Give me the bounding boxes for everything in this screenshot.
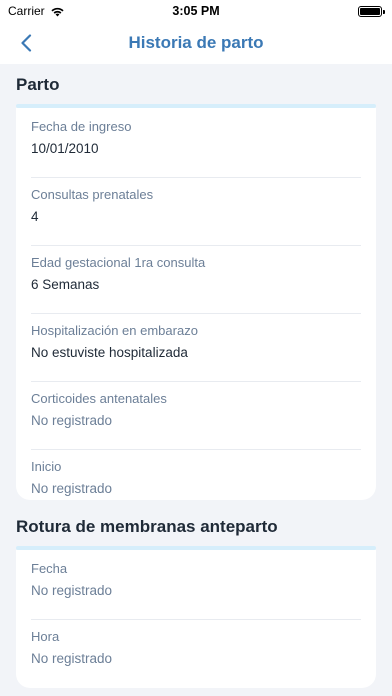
field-value: No estuviste hospitalizada (31, 345, 188, 360)
field-label: Hospitalización en embarazo (31, 323, 198, 338)
field-corticoides: Corticoides antenatales No registrado (31, 382, 361, 450)
field-fecha: Fecha No registrado (31, 552, 361, 620)
status-left: Carrier (8, 4, 65, 18)
field-hospitalizacion: Hospitalización en embarazo No estuviste… (31, 314, 361, 382)
wifi-icon (51, 7, 64, 16)
detail-card: Fecha No registrado Hora No registrado (16, 550, 376, 688)
field-value: No registrado (31, 413, 113, 428)
section-title: Rotura de membranas anteparto (16, 517, 278, 536)
field-label: Consultas prenatales (31, 187, 154, 202)
section-header-rotura: Rotura de membranas anteparto (0, 500, 392, 546)
field-value: 10/01/2010 (31, 141, 99, 156)
field-label: Edad gestacional 1ra consulta (31, 255, 206, 270)
chevron-left-icon (21, 34, 32, 52)
battery-icon (358, 5, 385, 17)
field-label: Inicio (31, 459, 62, 474)
navigation-bar: Historia de parto (0, 22, 392, 64)
field-edad-gestacional: Edad gestacional 1ra consulta 6 Semanas (31, 246, 361, 314)
field-label: Corticoides antenatales (31, 391, 167, 406)
battery-fill (360, 7, 380, 15)
field-label: Fecha de ingreso (31, 119, 132, 134)
field-value: No registrado (31, 583, 113, 598)
field-label: Fecha (31, 561, 68, 576)
section-title: Parto (16, 75, 60, 94)
back-button[interactable] (14, 31, 38, 55)
status-bar: Carrier 3:05 PM (0, 0, 392, 22)
field-consultas-prenatales: Consultas prenatales 4 (31, 178, 361, 246)
field-value: No registrado (31, 481, 113, 496)
page-title: Historia de parto (128, 33, 264, 52)
field-label: Hora (31, 629, 60, 644)
field-value: No registrado (31, 651, 113, 666)
section-header-parto: Parto (0, 64, 392, 104)
detail-card: Fecha de ingreso 10/01/2010 Consultas pr… (16, 108, 376, 500)
field-value: 6 Semanas (31, 277, 100, 292)
carrier-label: Carrier (8, 4, 45, 18)
field-hora: Hora No registrado (31, 620, 361, 688)
field-value: 4 (31, 209, 39, 224)
field-fecha-ingreso: Fecha de ingreso 10/01/2010 (31, 110, 361, 178)
